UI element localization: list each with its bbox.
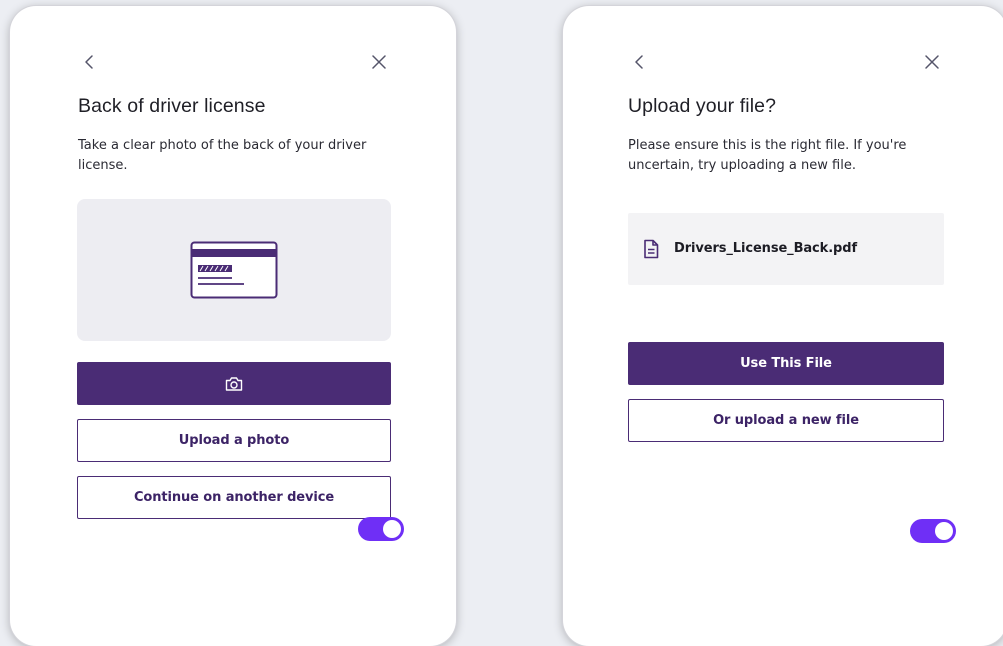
upload-new-file-button[interactable]: Or upload a new file bbox=[628, 399, 944, 442]
page-description: Please ensure this is the right file. If… bbox=[628, 138, 907, 173]
id-card-back-icon bbox=[190, 241, 278, 299]
selected-file-box: Drivers_License_Back.pdf bbox=[628, 213, 944, 285]
toggle-switch[interactable] bbox=[358, 517, 404, 541]
continue-on-another-device-button[interactable]: Continue on another device bbox=[77, 476, 391, 519]
driver-license-back-card: Back of driver license Take a clear phot… bbox=[10, 6, 456, 646]
toggle-switch[interactable] bbox=[910, 519, 956, 543]
close-icon[interactable] bbox=[920, 50, 944, 74]
chevron-left-icon[interactable] bbox=[78, 50, 102, 74]
document-icon bbox=[644, 239, 659, 259]
upload-file-confirm-card: Upload your file? Please ensure this is … bbox=[563, 6, 1003, 646]
upload-photo-button[interactable]: Upload a photo bbox=[77, 419, 391, 462]
page-title: Upload your file? bbox=[628, 95, 777, 117]
close-icon[interactable] bbox=[367, 50, 391, 74]
page-description: Take a clear photo of the back of your d… bbox=[78, 138, 367, 173]
photo-preview-area bbox=[77, 199, 391, 341]
take-photo-button[interactable] bbox=[77, 362, 391, 405]
use-this-file-button[interactable]: Use This File bbox=[628, 342, 944, 385]
toggle-knob bbox=[383, 520, 401, 538]
camera-icon bbox=[225, 376, 243, 391]
toggle-knob bbox=[935, 522, 953, 540]
chevron-left-icon[interactable] bbox=[628, 50, 652, 74]
page-title: Back of driver license bbox=[78, 95, 266, 117]
file-name: Drivers_License_Back.pdf bbox=[674, 241, 858, 256]
